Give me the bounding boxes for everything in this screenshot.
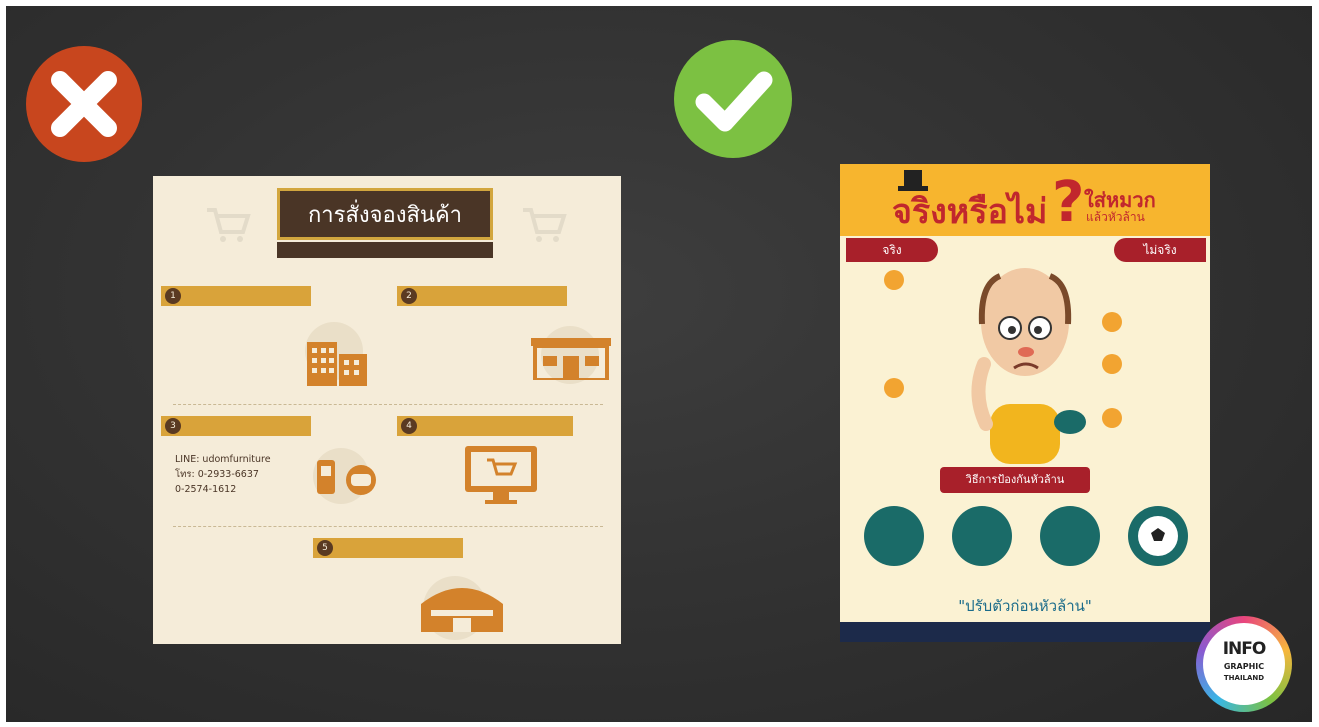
building-icon: [307, 342, 367, 386]
store-icon: [531, 338, 611, 380]
bald-man-illustration: [971, 268, 1086, 464]
logo-line1: INFO: [1222, 639, 1267, 659]
section-text: LINE: udomfurniture โทร: 0-2933-6637 0-2…: [175, 454, 271, 495]
mall-icon: [421, 588, 503, 632]
tab-false: ไม่จริง: [1114, 238, 1206, 262]
prevention-bar: วิธีการป้องกันหัวล้าน: [940, 467, 1090, 493]
poster-footer: [840, 622, 1210, 642]
fact-icon: [884, 270, 904, 290]
section-number: 4: [401, 418, 417, 434]
section-number: 5: [317, 540, 333, 556]
good-example-poster: จริงหรือไม่ ? ใส่หมวก แล้วหัวล้าน จริง ไ…: [840, 164, 1210, 642]
section-ribbon: 3: [161, 416, 311, 436]
phone-line-icon: [317, 460, 376, 495]
poster-quote: "ปรับตัวก่อนหัวล้าน": [958, 597, 1092, 615]
section-ribbon: 1: [161, 286, 311, 306]
soccer-ball-icon: [1138, 516, 1178, 556]
slide: การสั่งจองสินค้า 1 2 3 LINE: udomfurnitu…: [6, 6, 1312, 722]
poster-title: จริงหรือไม่: [892, 192, 1048, 232]
poster-title-box: การสั่งจองสินค้า: [277, 188, 493, 240]
logo-line3: THAILAND: [1223, 674, 1265, 682]
tab-true: จริง: [846, 238, 938, 262]
cart-icon: [523, 208, 567, 242]
tip-icon: [864, 506, 924, 566]
section-ribbon: 4: [397, 416, 573, 436]
fact-icon: [1102, 408, 1122, 428]
poster-title: การสั่งจองสินค้า: [307, 203, 463, 228]
poster-subtitle: [277, 242, 493, 258]
tip-icon: [952, 506, 1012, 566]
cart-icon: [207, 208, 251, 242]
tip-icon: [1128, 506, 1188, 566]
monitor-cart-icon: [465, 446, 537, 504]
section-number: 1: [165, 288, 181, 304]
poster-title-side-sub: แล้วหัวล้าน: [1086, 210, 1145, 224]
section-number: 3: [165, 418, 181, 434]
question-mark: ?: [1052, 170, 1085, 235]
check-icon: [674, 40, 792, 158]
tip-icon: [1040, 506, 1100, 566]
bad-example-poster: การสั่งจองสินค้า 1 2 3 LINE: udomfurnitu…: [153, 176, 621, 644]
section-number: 2: [401, 288, 417, 304]
fact-icon: [1102, 312, 1122, 332]
close-icon: [26, 46, 142, 162]
section-ribbon: 5: [313, 538, 463, 558]
section-ribbon: 2: [397, 286, 567, 306]
fact-icon: [1102, 354, 1122, 374]
logo-line2: GRAPHIC: [1223, 662, 1265, 671]
infographic-thailand-logo: INFO GRAPHIC THAILAND: [1196, 616, 1292, 712]
fact-icon: [884, 378, 904, 398]
